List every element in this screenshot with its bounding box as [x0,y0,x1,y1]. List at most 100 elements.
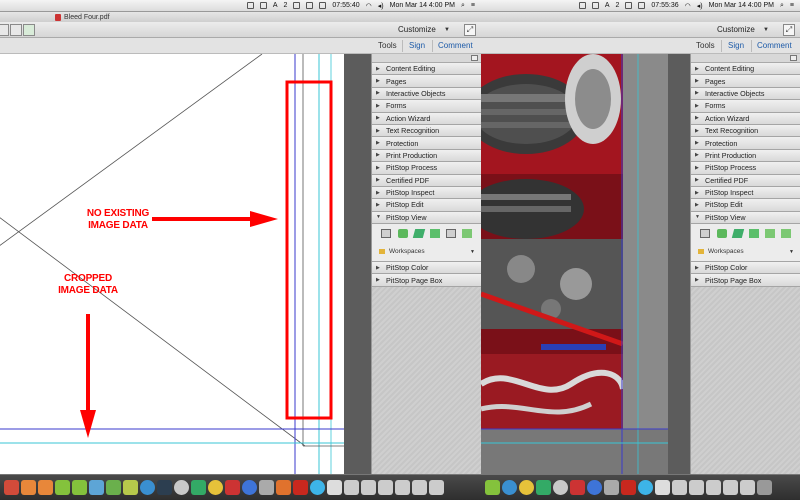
publisher-icon[interactable] [55,480,70,495]
list-icon[interactable]: ≡ [790,2,794,9]
a-icon[interactable]: A [605,2,610,9]
section-interactive-objects[interactable]: ▶ Interactive Objects [691,87,800,101]
search-icon[interactable]: ⌕ [780,2,784,10]
a-icon[interactable]: A [273,2,278,9]
section-pitstop-inspect[interactable]: ▶ PitStop Inspect [691,186,800,200]
sync-icon[interactable] [106,480,121,495]
page-icon[interactable] [462,229,472,239]
page-icon[interactable] [781,229,791,239]
menubar-date[interactable]: Mon Mar 14 4:00 PM [390,2,455,9]
stack-icon[interactable] [430,229,440,239]
section-pitstop-process[interactable]: ▶ PitStop Process [691,162,800,175]
section-content-editing[interactable]: ▶ Content Editing [691,63,800,76]
grid-icon[interactable] [381,229,391,239]
doc-icon[interactable] [429,480,444,495]
publisher-icon[interactable] [72,480,87,495]
firefox-icon[interactable] [276,480,291,495]
section-pitstop-inspect[interactable]: ▶ PitStop Inspect [372,186,481,200]
chevron-down-icon[interactable]: ▼ [763,27,769,33]
calc-icon[interactable] [21,480,36,495]
expand-icon[interactable]: ⤢ [783,24,795,36]
folder-icon[interactable] [378,480,393,495]
trash-icon[interactable] [757,480,772,495]
expand-icon[interactable]: ⤢ [464,24,476,36]
doc-icon[interactable] [655,480,670,495]
browser-icon[interactable] [123,480,138,495]
section-pitstop-page-box[interactable]: ▶ PitStop Page Box [691,274,800,287]
doc-icon[interactable] [327,480,342,495]
panel-menu-icon[interactable] [790,55,797,61]
section-forms[interactable]: ▶ Forms [372,100,481,113]
doc-icon[interactable] [689,480,704,495]
folder-icon[interactable] [361,480,376,495]
section-action-wizard[interactable]: ▶ Action Wizard [691,112,800,125]
compass-icon[interactable] [553,480,568,495]
section-text-recognition[interactable]: ▶ Text Recognition [372,124,481,138]
tab-tools[interactable]: Tools [378,41,397,50]
volume-icon[interactable]: ◂) [378,2,384,10]
grid-icon[interactable] [700,229,710,239]
section-action-wizard[interactable]: ▶ Action Wizard [372,112,481,125]
doc-icon[interactable] [740,480,755,495]
chrome-icon[interactable] [208,480,223,495]
doc-icon[interactable] [395,480,410,495]
globe-icon[interactable] [242,480,257,495]
scrollbar[interactable] [668,54,690,474]
globe-icon[interactable] [310,480,325,495]
app-icon[interactable] [191,480,206,495]
app-icon[interactable] [570,480,585,495]
section-text-recognition[interactable]: ▶ Text Recognition [691,124,800,138]
gear-icon[interactable] [259,480,274,495]
comment-icon[interactable] [717,229,727,239]
ftp-icon[interactable] [621,480,636,495]
layers-icon[interactable] [731,229,745,239]
section-print-production[interactable]: ▶ Print Production [691,149,800,163]
customize-button[interactable]: Customize [717,25,755,34]
section-content-editing[interactable]: ▶ Content Editing [372,63,481,76]
safari-icon[interactable] [140,480,155,495]
tool-button[interactable] [10,24,22,36]
section-certified-pdf[interactable]: ▶ Certified PDF [372,174,481,187]
section-protection[interactable]: ▶ Protection [372,137,481,150]
chevron-down-icon[interactable]: ▼ [444,27,450,33]
doc-icon[interactable] [706,480,721,495]
section-pitstop-process[interactable]: ▶ PitStop Process [372,162,481,175]
globe-icon[interactable] [587,480,602,495]
section-certified-pdf[interactable]: ▶ Certified PDF [691,174,800,187]
tab-tools[interactable]: Tools [696,41,715,50]
chrome-icon[interactable] [519,480,534,495]
section-pitstop-view[interactable]: ▼ PitStop View [372,211,481,225]
customize-button[interactable]: Customize [398,25,436,34]
workspaces-dropdown[interactable]: Workspaces ▼ [698,246,794,257]
doc-icon[interactable] [723,480,738,495]
wifi-icon[interactable]: ◠ [685,2,691,10]
section-pitstop-edit[interactable]: ▶ PitStop Edit [372,199,481,212]
mail-icon[interactable] [765,229,775,239]
safari-icon[interactable] [502,480,517,495]
volume-icon[interactable]: ◂) [697,2,703,10]
photo-icon[interactable] [89,480,104,495]
section-pitstop-view[interactable]: ▼ PitStop View [691,211,800,225]
section-protection[interactable]: ▶ Protection [691,137,800,150]
document-canvas[interactable]: NO EXISTING IMAGE DATA CROPPED IMAGE DAT… [0,54,344,474]
comment-icon[interactable] [398,229,408,239]
workspaces-dropdown[interactable]: Workspaces ▼ [379,246,475,257]
tab-sign[interactable]: Sign [409,41,425,50]
list-icon[interactable]: ≡ [471,2,475,9]
section-pitstop-edit[interactable]: ▶ PitStop Edit [691,199,800,212]
doc-icon[interactable] [412,480,427,495]
menubar-date[interactable]: Mon Mar 14 4:00 PM [709,2,774,9]
scrollbar[interactable] [344,54,371,474]
section-pitstop-color[interactable]: ▶ PitStop Color [691,262,800,275]
section-print-production[interactable]: ▶ Print Production [372,149,481,163]
tab-sign[interactable]: Sign [728,41,744,50]
section-interactive-objects[interactable]: ▶ Interactive Objects [372,87,481,101]
section-pitstop-color[interactable]: ▶ PitStop Color [372,262,481,275]
section-pages[interactable]: ▶ Pages [372,75,481,88]
tab-comment[interactable]: Comment [438,41,473,50]
gear-icon[interactable] [604,480,619,495]
doc-icon[interactable] [344,480,359,495]
layers-icon[interactable] [412,229,426,239]
folder-icon[interactable] [672,480,687,495]
section-pages[interactable]: ▶ Pages [691,75,800,88]
